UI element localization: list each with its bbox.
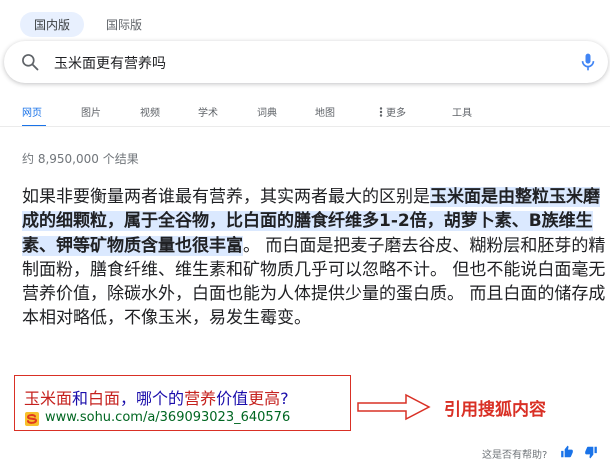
nav-tools[interactable]: 工具 xyxy=(452,104,472,119)
mic-icon[interactable] xyxy=(578,51,598,73)
tab-international[interactable]: 国际版 xyxy=(92,12,156,37)
snippet-source: 玉米面和白面，哪个的营养价值更高? www.sohu.com/a/3690930… xyxy=(14,375,351,431)
search-nav: 网页 图片 视频 学术 词典 地图 更多 工具 xyxy=(0,104,610,127)
nav-maps[interactable]: 地图 xyxy=(315,104,335,119)
nav-images[interactable]: 图片 xyxy=(81,104,101,119)
thumbs-up-icon[interactable] xyxy=(560,445,574,459)
nav-more-label: 更多 xyxy=(386,108,406,119)
more-dots-icon xyxy=(379,107,383,117)
nav-divider xyxy=(0,126,610,127)
nav-web[interactable]: 网页 xyxy=(22,104,42,119)
search-icon[interactable] xyxy=(20,52,40,72)
nav-videos[interactable]: 视频 xyxy=(140,104,160,119)
nav-dictionary[interactable]: 词典 xyxy=(257,104,277,119)
result-count: 约 8,950,000 个结果 xyxy=(22,152,139,166)
search-bar[interactable]: 玉米面更有营养吗 xyxy=(4,41,608,83)
snippet-text-intro: 如果非要衡量两者谁最有营养，其实两者最大的区别是 xyxy=(22,187,430,207)
thumbs-down-icon[interactable] xyxy=(584,445,598,459)
annotation-arrow-icon xyxy=(357,393,431,421)
search-input[interactable]: 玉米面更有营养吗 xyxy=(54,53,166,73)
annotation-label: 引用搜狐内容 xyxy=(444,400,546,420)
source-url[interactable]: www.sohu.com/a/369093023_640576 xyxy=(45,410,290,425)
sohu-favicon xyxy=(25,412,39,426)
featured-snippet: 如果非要衡量两者谁最有营养，其实两者最大的区别是玉米面是由整粒玉米磨成的细颗粒，… xyxy=(22,185,607,331)
feedback-prompt: 这是否有帮助? xyxy=(482,450,548,461)
nav-academic[interactable]: 学术 xyxy=(198,104,218,119)
market-tabs: 国内版 国际版 xyxy=(20,12,156,37)
source-title-link[interactable]: 玉米面和白面，哪个的营养价值更高? xyxy=(24,385,289,409)
tab-domestic[interactable]: 国内版 xyxy=(20,12,85,37)
nav-more[interactable]: 更多 xyxy=(378,104,406,119)
